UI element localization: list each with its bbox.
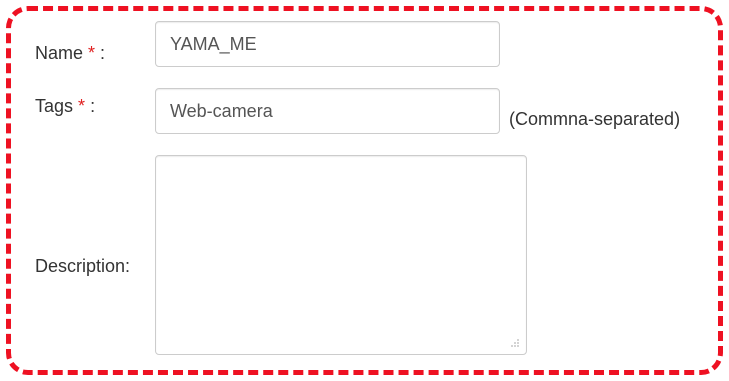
tags-hint: (Commna-separated): [509, 109, 681, 129]
tags-input[interactable]: [155, 88, 500, 134]
resize-grip-icon[interactable]: [510, 338, 520, 348]
name-label-text: Name: [35, 43, 84, 63]
name-label: Name * :: [35, 42, 105, 64]
tags-label-text: Tags: [35, 96, 74, 116]
name-required-mark: *: [88, 43, 96, 63]
name-label-suffix: :: [95, 43, 106, 63]
name-input[interactable]: [155, 21, 500, 67]
tags-label-suffix: :: [85, 96, 96, 116]
description-label: Description:: [35, 256, 131, 276]
description-textarea[interactable]: [155, 155, 527, 355]
tags-required-mark: *: [78, 96, 86, 116]
tags-label: Tags * :: [35, 95, 95, 117]
